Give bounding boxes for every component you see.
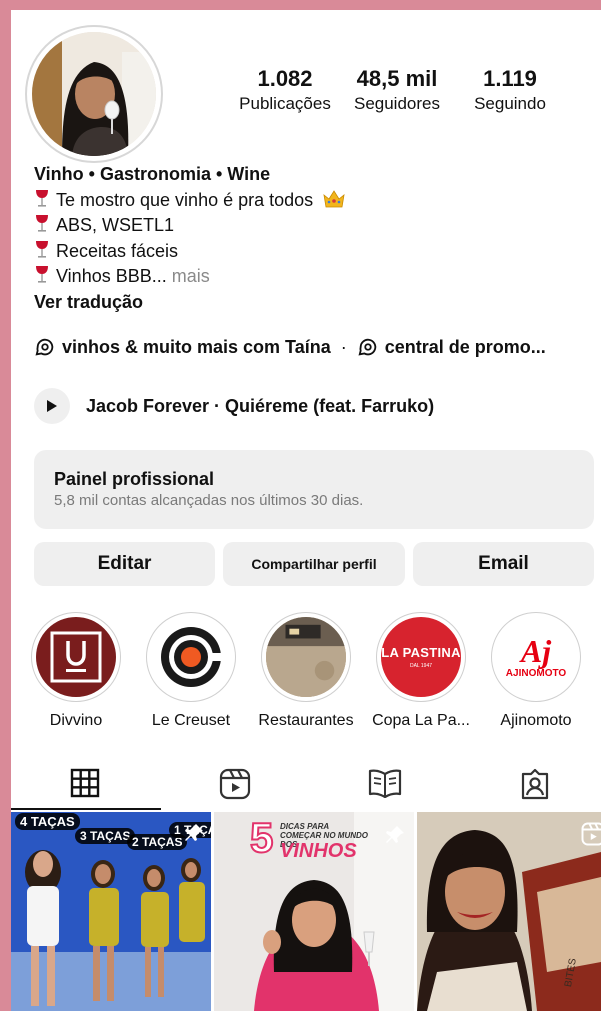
- stat-posts[interactable]: 1.082 Publicações: [233, 66, 337, 116]
- followers-label: Seguidores: [353, 94, 440, 113]
- highlight-ring: LA PASTINA DAL 1947: [376, 612, 466, 702]
- posts-label: Publicações: [239, 94, 331, 113]
- highlight-divvino[interactable]: Divvino: [26, 612, 126, 731]
- play-icon[interactable]: [34, 388, 70, 424]
- ajinomoto-logo: Aj AJINOMOTO: [496, 617, 576, 697]
- bio-line: Receitas fáceis: [34, 239, 594, 265]
- highlight-restaurantes[interactable]: Restaurantes: [256, 612, 356, 731]
- highlight-label: Le Creuset: [151, 712, 231, 729]
- avatar-photo: [32, 32, 156, 156]
- wine-glass-icon: [36, 266, 48, 283]
- highlight-label: Ajinomoto: [500, 712, 572, 729]
- threads-channel-icon: [358, 338, 376, 356]
- grid-post-2[interactable]: 5 DICAS PARA COMEÇAR NO MUNDO DOS VINHOS: [214, 812, 414, 1011]
- profile-tabs: [11, 765, 601, 811]
- share-profile-button[interactable]: Compartilhar perfil: [223, 542, 405, 586]
- active-tab-indicator: [11, 808, 161, 810]
- following-label: Seguindo: [474, 94, 546, 113]
- email-button[interactable]: Email: [413, 542, 594, 586]
- profile-avatar[interactable]: [25, 25, 163, 163]
- grid-post-1[interactable]: 4 TAÇAS 3 TAÇAS 2 TAÇAS 1 TAÇA: [11, 812, 211, 1011]
- crown-icon: [323, 189, 345, 207]
- tab-grid[interactable]: [11, 765, 159, 811]
- pin-icon: [386, 826, 404, 843]
- dashboard-subtitle: 5,8 mil contas alcançadas nos últimos 30…: [54, 492, 364, 509]
- profile-music[interactable]: Jacob Forever · Quiéreme (feat. Farruko): [34, 388, 434, 424]
- bio-more-link[interactable]: mais: [172, 266, 210, 286]
- la-pastina-logo-text: LA PASTINA: [381, 644, 461, 660]
- followers-count: 48,5 mil: [356, 66, 438, 91]
- highlight-le-creuset[interactable]: Le Creuset: [141, 612, 241, 731]
- highlight-ajinomoto[interactable]: Aj AJINOMOTO Ajinomoto: [486, 612, 586, 731]
- post-overlay-number: 5: [249, 814, 274, 861]
- profile-bio: Vinho • Gastronomia • Wine Te mostro que…: [34, 162, 594, 315]
- music-title: Jacob Forever · Quiéreme (feat. Farruko): [86, 395, 435, 416]
- stat-followers[interactable]: 48,5 mil Seguidores: [345, 66, 449, 116]
- profile-category: Vinho • Gastronomia • Wine: [34, 164, 271, 184]
- bio-line-text: Te mostro que vinho é pra todos: [56, 189, 314, 210]
- grid-icon: [70, 768, 100, 798]
- threads-link-1[interactable]: vinhos & muito mais com Taína: [62, 337, 331, 358]
- posts-grid: 4 TAÇAS 3 TAÇAS 2 TAÇAS 1 TAÇA 5 DICAS P…: [11, 812, 601, 1011]
- highlight-ring: Aj AJINOMOTO: [491, 612, 581, 702]
- highlight-ring: [261, 612, 351, 702]
- pin-icon: [185, 824, 203, 841]
- la-pastina-logo-subtext: DAL 1947: [409, 662, 433, 669]
- post-badge: 4 TAÇAS: [15, 813, 80, 830]
- la-pastina-logo: LA PASTINA DAL 1947: [381, 617, 461, 697]
- edit-profile-button[interactable]: Editar: [34, 542, 215, 586]
- threads-links: vinhos & muito mais com Taína · central …: [34, 336, 546, 358]
- see-translation-link[interactable]: Ver tradução: [34, 290, 594, 316]
- stat-following[interactable]: 1.119 Seguindo: [462, 66, 558, 116]
- tab-tagged[interactable]: [461, 765, 601, 811]
- wine-glass-icon: [36, 240, 48, 258]
- bio-line: ABS, WSETL1: [34, 213, 594, 239]
- restaurant-photo: [266, 617, 346, 697]
- bio-line-text: Receitas fáceis: [56, 240, 179, 261]
- le-creuset-logo-icon: [151, 617, 231, 697]
- professional-dashboard[interactable]: Painel profissional 5,8 mil contas alcan…: [34, 450, 594, 529]
- ajinomoto-logo-mark: Aj: [520, 632, 552, 669]
- bio-line: Te mostro que vinho é pra todos: [34, 188, 594, 214]
- bio-line-text: ABS, WSETL1: [56, 215, 175, 235]
- reels-icon: [219, 768, 251, 800]
- guide-icon: [368, 769, 402, 798]
- highlight-label: Copa La Pa...: [372, 712, 470, 729]
- tab-guides[interactable]: [311, 765, 459, 811]
- threads-channel-icon: [35, 338, 54, 356]
- grid-post-3[interactable]: BITES: [417, 812, 601, 1011]
- threads-separator: ·: [340, 336, 347, 357]
- ajinomoto-logo-text: AJINOMOTO: [505, 667, 567, 679]
- bio-line: Vinhos BBB... mais: [34, 264, 594, 290]
- dashboard-title: Painel profissional: [54, 469, 215, 489]
- tagged-icon: [521, 768, 549, 800]
- posts-count: 1.082: [257, 66, 313, 91]
- following-count: 1.119: [483, 66, 537, 91]
- wine-glass-icon: [36, 189, 48, 207]
- threads-link-2[interactable]: central de promo...: [385, 337, 546, 358]
- tab-reels[interactable]: [161, 765, 309, 811]
- profile-screen: 1.082 Publicações 48,5 mil Seguidores 1.…: [11, 10, 601, 1011]
- highlight-copa-la-pastina[interactable]: LA PASTINA DAL 1947 Copa La Pa...: [371, 612, 471, 731]
- highlight-label: Restaurantes: [258, 712, 354, 729]
- highlight-ring: [146, 612, 236, 702]
- highlight-label: Divvino: [49, 712, 103, 729]
- reels-icon: [581, 822, 601, 846]
- bio-line-text: Vinhos BBB...: [56, 266, 167, 286]
- wine-glass-icon: [36, 215, 48, 232]
- post-overlay-title: VINHOS: [280, 840, 357, 862]
- divvino-logo-icon: [36, 617, 116, 697]
- highlight-ring: [31, 612, 121, 702]
